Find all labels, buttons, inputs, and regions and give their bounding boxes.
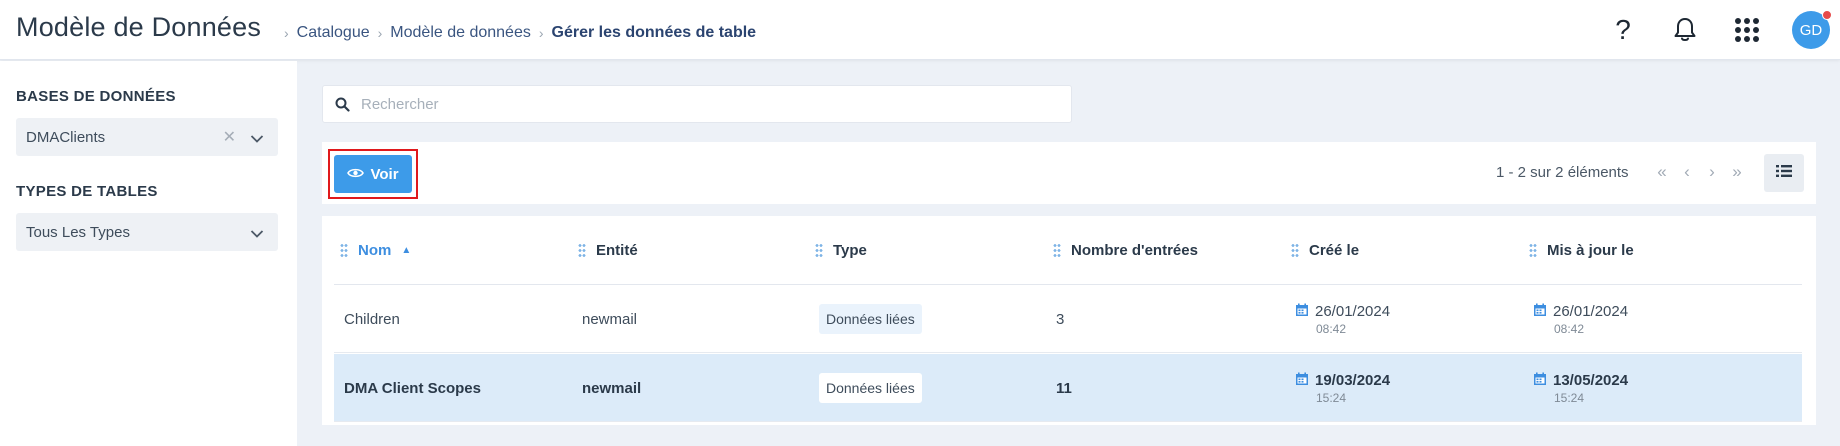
cell-cree-le: 26/01/2024 08:42	[1295, 285, 1390, 353]
column-header-nom[interactable]: Nom ▲	[340, 242, 411, 259]
column-header-nombre-entrees[interactable]: Nombre d'entrées	[1053, 242, 1198, 259]
data-table: Nom ▲ Entité Type Nombre d'entrées Créé …	[322, 216, 1816, 425]
breadcrumb-current: Gérer les données de table	[551, 24, 757, 41]
cell-entite: newmail	[582, 379, 642, 397]
drag-handle-icon[interactable]	[578, 242, 586, 259]
cell-entite: newmail	[582, 310, 638, 328]
help-icon[interactable]: ?	[1606, 13, 1640, 47]
list-view-button[interactable]	[1764, 154, 1804, 192]
calendar-icon	[1533, 372, 1547, 390]
databases-heading: BASES DE DONNÉES	[16, 88, 176, 105]
breadcrumb-separator-icon: ›	[538, 25, 544, 41]
updated-date: 26/01/2024	[1553, 303, 1629, 320]
updated-time: 15:24	[1554, 390, 1585, 405]
table-type-select[interactable]: Tous Les Types	[16, 213, 278, 251]
created-date: 26/01/2024	[1315, 303, 1391, 320]
table-types-heading: TYPES DE TABLES	[16, 183, 158, 200]
drag-handle-icon[interactable]	[1529, 242, 1537, 259]
column-header-label: Créé le	[1309, 242, 1360, 259]
database-select[interactable]: DMAClients ✕	[16, 118, 278, 156]
column-header-label: Entité	[596, 242, 638, 259]
cell-nombre: 3	[1056, 310, 1065, 328]
type-badge: Données liées	[819, 373, 922, 403]
cell-type: Données liées	[819, 354, 922, 422]
search-icon	[335, 97, 350, 117]
table-row[interactable]: Children newmail Données liées 3 26/01/2…	[334, 285, 1802, 353]
search-input[interactable]	[361, 86, 1061, 122]
previous-page-icon[interactable]: ‹	[1677, 161, 1697, 183]
voir-button[interactable]: Voir	[334, 155, 412, 193]
table-type-select-value: Tous Les Types	[26, 223, 130, 241]
last-page-icon[interactable]: »	[1727, 161, 1747, 183]
eye-icon	[347, 166, 365, 183]
app-header: Modèle de Données › Catalogue › Modèle d…	[0, 0, 1840, 60]
next-page-icon[interactable]: ›	[1702, 161, 1722, 183]
created-time: 08:42	[1316, 321, 1347, 336]
calendar-icon	[1533, 303, 1547, 321]
cell-nom: DMA Client Scopes	[344, 379, 481, 397]
type-badge: Données liées	[819, 304, 922, 334]
sort-ascending-icon: ▲	[401, 245, 412, 256]
page-title: Modèle de Données	[16, 12, 262, 42]
cell-cree-le: 19/03/2024 15:24	[1295, 354, 1390, 422]
column-header-label: Mis à jour le	[1547, 242, 1634, 259]
cell-nom: Children	[344, 310, 400, 328]
column-header-type[interactable]: Type	[815, 242, 867, 259]
chevron-down-icon	[250, 226, 264, 243]
drag-handle-icon[interactable]	[1053, 242, 1061, 259]
column-header-label: Nombre d'entrées	[1071, 242, 1198, 259]
created-time: 15:24	[1316, 390, 1347, 405]
pagination-info: 1 - 2 sur 2 éléments	[1496, 164, 1629, 181]
voir-button-label: Voir	[370, 165, 399, 183]
cell-nombre: 11	[1056, 379, 1072, 397]
first-page-icon[interactable]: «	[1652, 161, 1672, 183]
notification-dot	[1822, 10, 1832, 20]
table-toolbar: Voir 1 - 2 sur 2 éléments « ‹ › »	[322, 142, 1816, 204]
breadcrumb-separator-icon: ›	[284, 25, 289, 41]
list-icon	[1776, 164, 1792, 183]
column-header-mis-a-jour-le[interactable]: Mis à jour le	[1529, 242, 1634, 259]
column-header-label: Type	[833, 242, 867, 259]
breadcrumb: › Catalogue › Modèle de données › Gérer …	[284, 24, 756, 42]
drag-handle-icon[interactable]	[1291, 242, 1299, 259]
breadcrumb-separator-icon: ›	[377, 25, 383, 41]
table-row-selected[interactable]: DMA Client Scopes newmail Données liées …	[334, 354, 1802, 422]
breadcrumb-catalogue[interactable]: Catalogue	[297, 24, 370, 42]
breadcrumb-data-model[interactable]: Modèle de données	[390, 24, 531, 42]
cell-mis-a-jour-le: 26/01/2024 08:42	[1533, 285, 1628, 353]
column-header-label: Nom	[358, 242, 392, 259]
apps-grid-icon[interactable]	[1730, 13, 1764, 47]
chevron-down-icon	[250, 131, 264, 148]
clear-icon[interactable]: ✕	[223, 127, 236, 147]
updated-date: 13/05/2024	[1553, 372, 1629, 389]
drag-handle-icon[interactable]	[815, 242, 823, 259]
column-header-entite[interactable]: Entité	[578, 242, 638, 259]
filter-sidebar: BASES DE DONNÉES DMAClients ✕ TYPES DE T…	[0, 61, 297, 446]
calendar-icon	[1295, 372, 1309, 390]
created-date: 19/03/2024	[1315, 372, 1391, 389]
cell-type: Données liées	[819, 285, 922, 353]
updated-time: 08:42	[1554, 321, 1585, 336]
column-header-cree-le[interactable]: Créé le	[1291, 242, 1359, 259]
cell-mis-a-jour-le: 13/05/2024 15:24	[1533, 354, 1628, 422]
drag-handle-icon[interactable]	[340, 242, 348, 259]
calendar-icon	[1295, 303, 1309, 321]
database-select-value: DMAClients	[26, 128, 106, 146]
bell-icon[interactable]	[1668, 13, 1702, 47]
search-box	[322, 85, 1072, 123]
